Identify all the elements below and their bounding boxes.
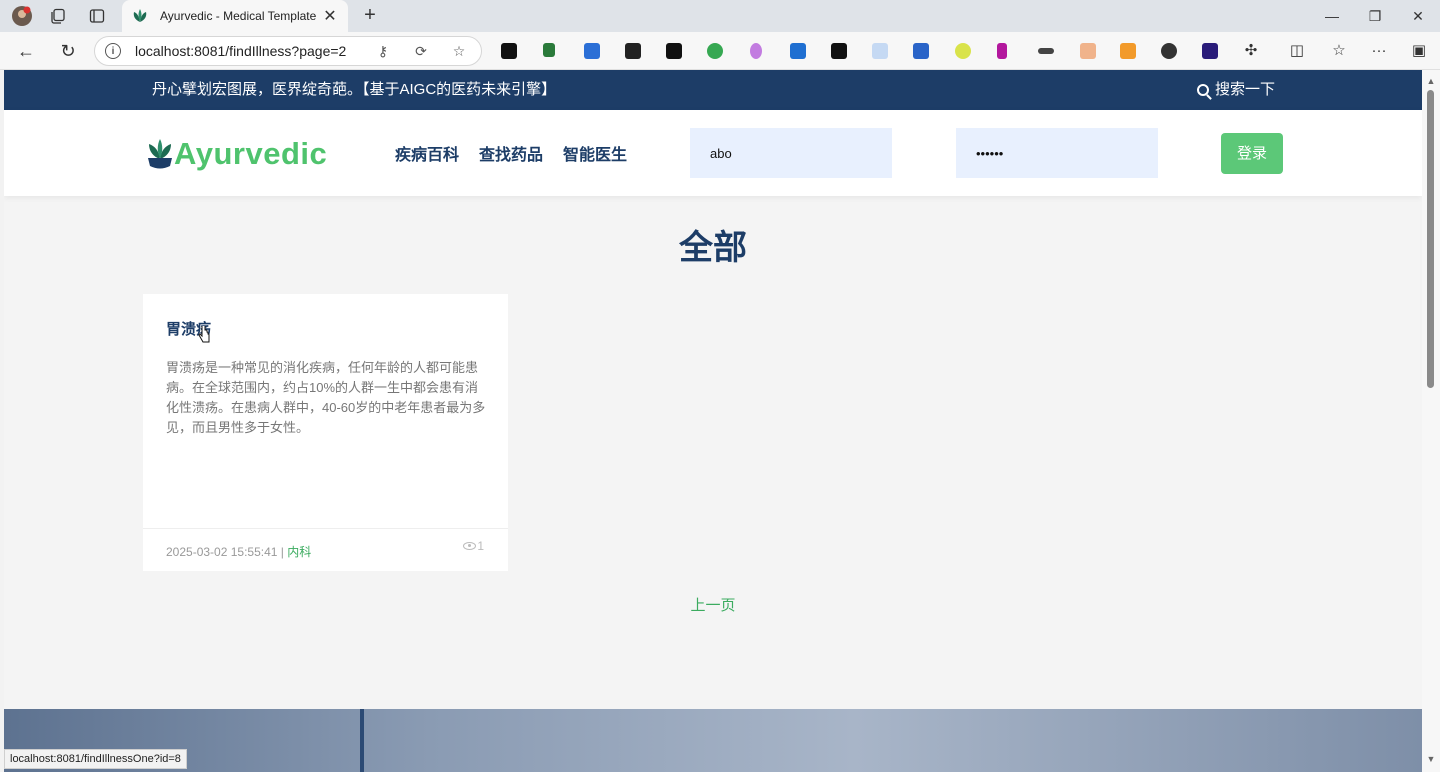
url-text[interactable]: localhost:8081/findIllness?page=2 — [135, 43, 357, 59]
site-topbar: 丹心擘划宏图展，医界绽奇葩。【基于AIGC的医药未来引擎】 搜索一下 — [4, 70, 1422, 110]
card-views: 1 — [463, 539, 484, 553]
logo-text-dark: vedic — [245, 136, 328, 171]
page-scrollbar[interactable]: ▲ ▼ — [1422, 70, 1440, 772]
nav-item-ai-doctor[interactable]: 智能医生 — [563, 141, 627, 165]
new-tab-icon[interactable]: + — [358, 4, 382, 28]
favorite-star-icon[interactable]: ☆ — [447, 43, 471, 60]
hero-banner-image — [4, 709, 1422, 772]
prev-page-label[interactable]: 上一页 — [690, 597, 735, 614]
password-input[interactable] — [956, 128, 1158, 178]
window-close-icon[interactable]: ✕ — [1406, 6, 1430, 26]
extensions-icon[interactable]: ✣ — [1240, 41, 1262, 61]
extension-icon[interactable] — [1202, 43, 1218, 59]
minimize-icon[interactable]: — — [1320, 6, 1344, 26]
site-info-icon[interactable]: i — [105, 43, 121, 59]
status-link-preview: localhost:8081/findIllnessOne?id=8 — [4, 749, 187, 769]
scroll-up-icon[interactable]: ▲ — [1426, 76, 1436, 86]
extension-icon[interactable] — [1161, 43, 1177, 59]
topbar-search-link[interactable]: 搜索一下 — [1197, 70, 1275, 110]
main-nav: 疾病百科 查找药品 智能医生 — [395, 110, 627, 196]
extension-icon[interactable] — [955, 43, 971, 59]
extension-icon[interactable] — [790, 43, 806, 59]
extension-icon[interactable] — [1038, 48, 1054, 54]
card-category[interactable]: 内科 — [287, 545, 311, 559]
card-view-count: 1 — [477, 539, 484, 553]
card-separator: | — [277, 545, 288, 559]
extension-icon[interactable] — [584, 43, 600, 59]
site-logo[interactable]: Ayurvedic — [144, 134, 327, 174]
sidebar-toggle-icon[interactable]: ▣ — [1408, 41, 1430, 61]
reader-icon[interactable]: ⟳ — [409, 43, 433, 60]
extension-icon[interactable] — [997, 43, 1007, 59]
extension-icon[interactable] — [913, 43, 929, 59]
browser-tab-bar: Ayurvedic - Medical Template ✕ + — ❐ ✕ — [0, 0, 1440, 32]
profile-avatar-icon[interactable] — [10, 4, 34, 28]
leaf-icon — [132, 8, 148, 24]
key-icon[interactable]: ⚷ — [371, 43, 395, 60]
hand-cursor-icon — [198, 326, 210, 343]
site-header: Ayurvedic 疾病百科 查找药品 智能医生 登录 — [4, 110, 1422, 196]
login-button[interactable]: 登录 — [1221, 133, 1283, 174]
extension-icon[interactable] — [543, 43, 555, 57]
extension-icon[interactable] — [750, 43, 762, 59]
collections-icon[interactable] — [46, 4, 70, 28]
extension-icon[interactable] — [1080, 43, 1096, 59]
address-bar[interactable]: i localhost:8081/findIllness?page=2 ⚷ ⟳ … — [94, 36, 482, 66]
lotus-leaf-icon — [148, 139, 172, 169]
prev-page-link[interactable]: 上一页 — [4, 594, 1422, 615]
banner-decoration — [360, 709, 364, 772]
favorites-icon[interactable]: ☆ — [1328, 41, 1350, 61]
extension-icon[interactable] — [501, 43, 517, 59]
nav-item-medicines[interactable]: 查找药品 — [479, 141, 543, 165]
extension-icon[interactable] — [831, 43, 847, 59]
username-input[interactable] — [690, 128, 892, 178]
card-date: 2025-03-02 15:55:41 — [166, 545, 278, 559]
split-screen-icon[interactable]: ◫ — [1286, 41, 1308, 61]
tab-active[interactable]: Ayurvedic - Medical Template ✕ — [122, 0, 348, 32]
extension-icon[interactable] — [872, 43, 888, 59]
back-arrow-icon[interactable]: ← — [14, 40, 38, 62]
scroll-down-icon[interactable]: ▼ — [1426, 754, 1436, 764]
more-icon[interactable]: ··· — [1368, 41, 1390, 61]
logo-text-green: Ayur — [174, 136, 246, 171]
restore-icon[interactable]: ❐ — [1363, 6, 1387, 26]
browser-toolbar: ← ↻ i localhost:8081/findIllness?page=2 … — [0, 32, 1440, 70]
site-slogan: 丹心擘划宏图展，医界绽奇葩。【基于AIGC的医药未来引擎】 — [152, 81, 557, 98]
search-icon — [1197, 84, 1209, 96]
card-footer: 2025-03-02 15:55:41 | 内科 1 — [143, 528, 508, 571]
extension-icon[interactable] — [707, 43, 723, 59]
card-meta: 2025-03-02 15:55:41 | 内科 — [166, 543, 311, 560]
scroll-thumb[interactable] — [1427, 90, 1434, 388]
tab-title: Ayurvedic - Medical Template — [160, 9, 317, 23]
extension-icon[interactable] — [666, 43, 682, 59]
close-icon[interactable]: ✕ — [322, 6, 338, 26]
page-viewport: 丹心擘划宏图展，医界绽奇葩。【基于AIGC的医药未来引擎】 搜索一下 Ayurv… — [4, 70, 1422, 772]
topbar-search-label: 搜索一下 — [1215, 81, 1276, 98]
refresh-icon[interactable]: ↻ — [56, 40, 80, 62]
eye-icon — [463, 542, 477, 550]
extension-icon[interactable] — [1120, 43, 1136, 59]
card-description: 胃溃疡是一种常见的消化疾病，任何年龄的人都可能患病。在全球范围内，约占10%的人… — [166, 360, 486, 435]
tab-actions-icon[interactable] — [85, 4, 109, 28]
page-title: 全部 — [679, 229, 747, 267]
nav-item-diseases[interactable]: 疾病百科 — [395, 141, 459, 165]
extension-icon[interactable] — [625, 43, 641, 59]
